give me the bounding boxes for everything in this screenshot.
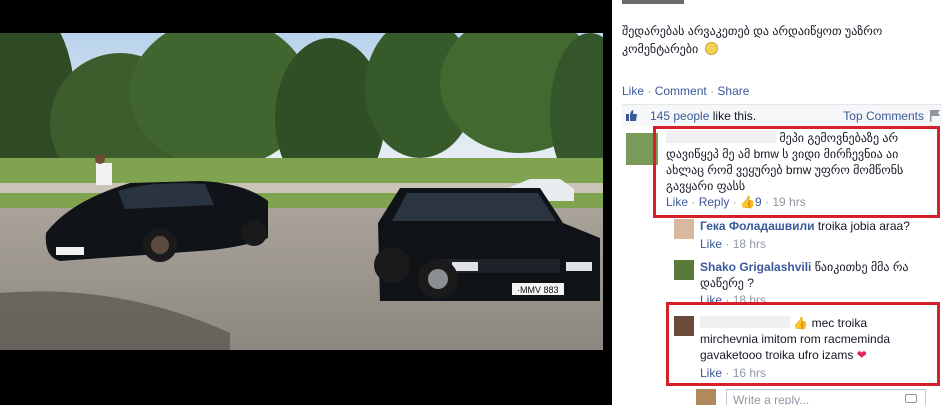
share-link[interactable]: Share	[717, 84, 749, 98]
owner-avatar[interactable]	[622, 0, 684, 4]
avatar	[696, 389, 716, 405]
like-thumb-icon	[626, 110, 637, 121]
smile-emoji-icon	[704, 42, 718, 55]
flag-icon[interactable]	[930, 110, 940, 122]
avatar[interactable]	[674, 219, 694, 239]
avatar[interactable]	[674, 260, 694, 280]
comment-sidebar: შედარებას არვაკეთებ და არდაიწყოთ უაზრო კ…	[612, 0, 951, 405]
camera-icon[interactable]	[905, 394, 917, 403]
comment-text: troika jobia araa?	[817, 219, 910, 233]
separator-dot: ·	[647, 84, 655, 98]
comment-time: 18 hrs	[732, 237, 767, 251]
bmw-license-plate: ·MMV 883	[517, 285, 559, 295]
post-photo[interactable]: ·MMV 883	[0, 33, 603, 350]
comment-meta: Like · 18 hrs	[700, 237, 767, 251]
comment-author[interactable]: Shako Grigalashvili	[700, 260, 811, 274]
reply-item: Гека Фоладашвили troika jobia araa? Like…	[700, 218, 940, 252]
post-caption: შედარებას არვაკეთებ და არდაიწყოთ უაზრო კ…	[622, 22, 922, 58]
highlight-box	[653, 126, 940, 218]
reply-item: Shako Grigalashvili წაიკითხე მმა რა დაწე…	[700, 259, 940, 308]
likes-people-link[interactable]: 145 people	[650, 109, 709, 123]
comment-author[interactable]: Гека Фоладашвили	[700, 219, 815, 233]
highlight-box	[666, 302, 940, 386]
comment-like-link[interactable]: Like	[700, 237, 722, 251]
post-actions: Like · Comment · Share	[622, 84, 749, 98]
photo-viewer: ·MMV 883	[0, 0, 612, 405]
comment-link[interactable]: Comment	[655, 84, 707, 98]
reply-placeholder: Write a reply...	[733, 393, 810, 405]
likes-summary: 145 people like this. Top Comments	[622, 104, 942, 126]
reply-input[interactable]: Write a reply...	[726, 389, 926, 405]
likes-suffix: like this.	[712, 109, 757, 123]
likes-count: 145 people like this.	[650, 109, 756, 123]
caption-text: შედარებას არვაკეთებ და არდაიწყოთ უაზრო კ…	[622, 24, 883, 56]
photo-scene: ·MMV 883	[0, 33, 603, 350]
like-link[interactable]: Like	[622, 84, 644, 98]
sort-dropdown[interactable]: Top Comments	[843, 109, 924, 123]
